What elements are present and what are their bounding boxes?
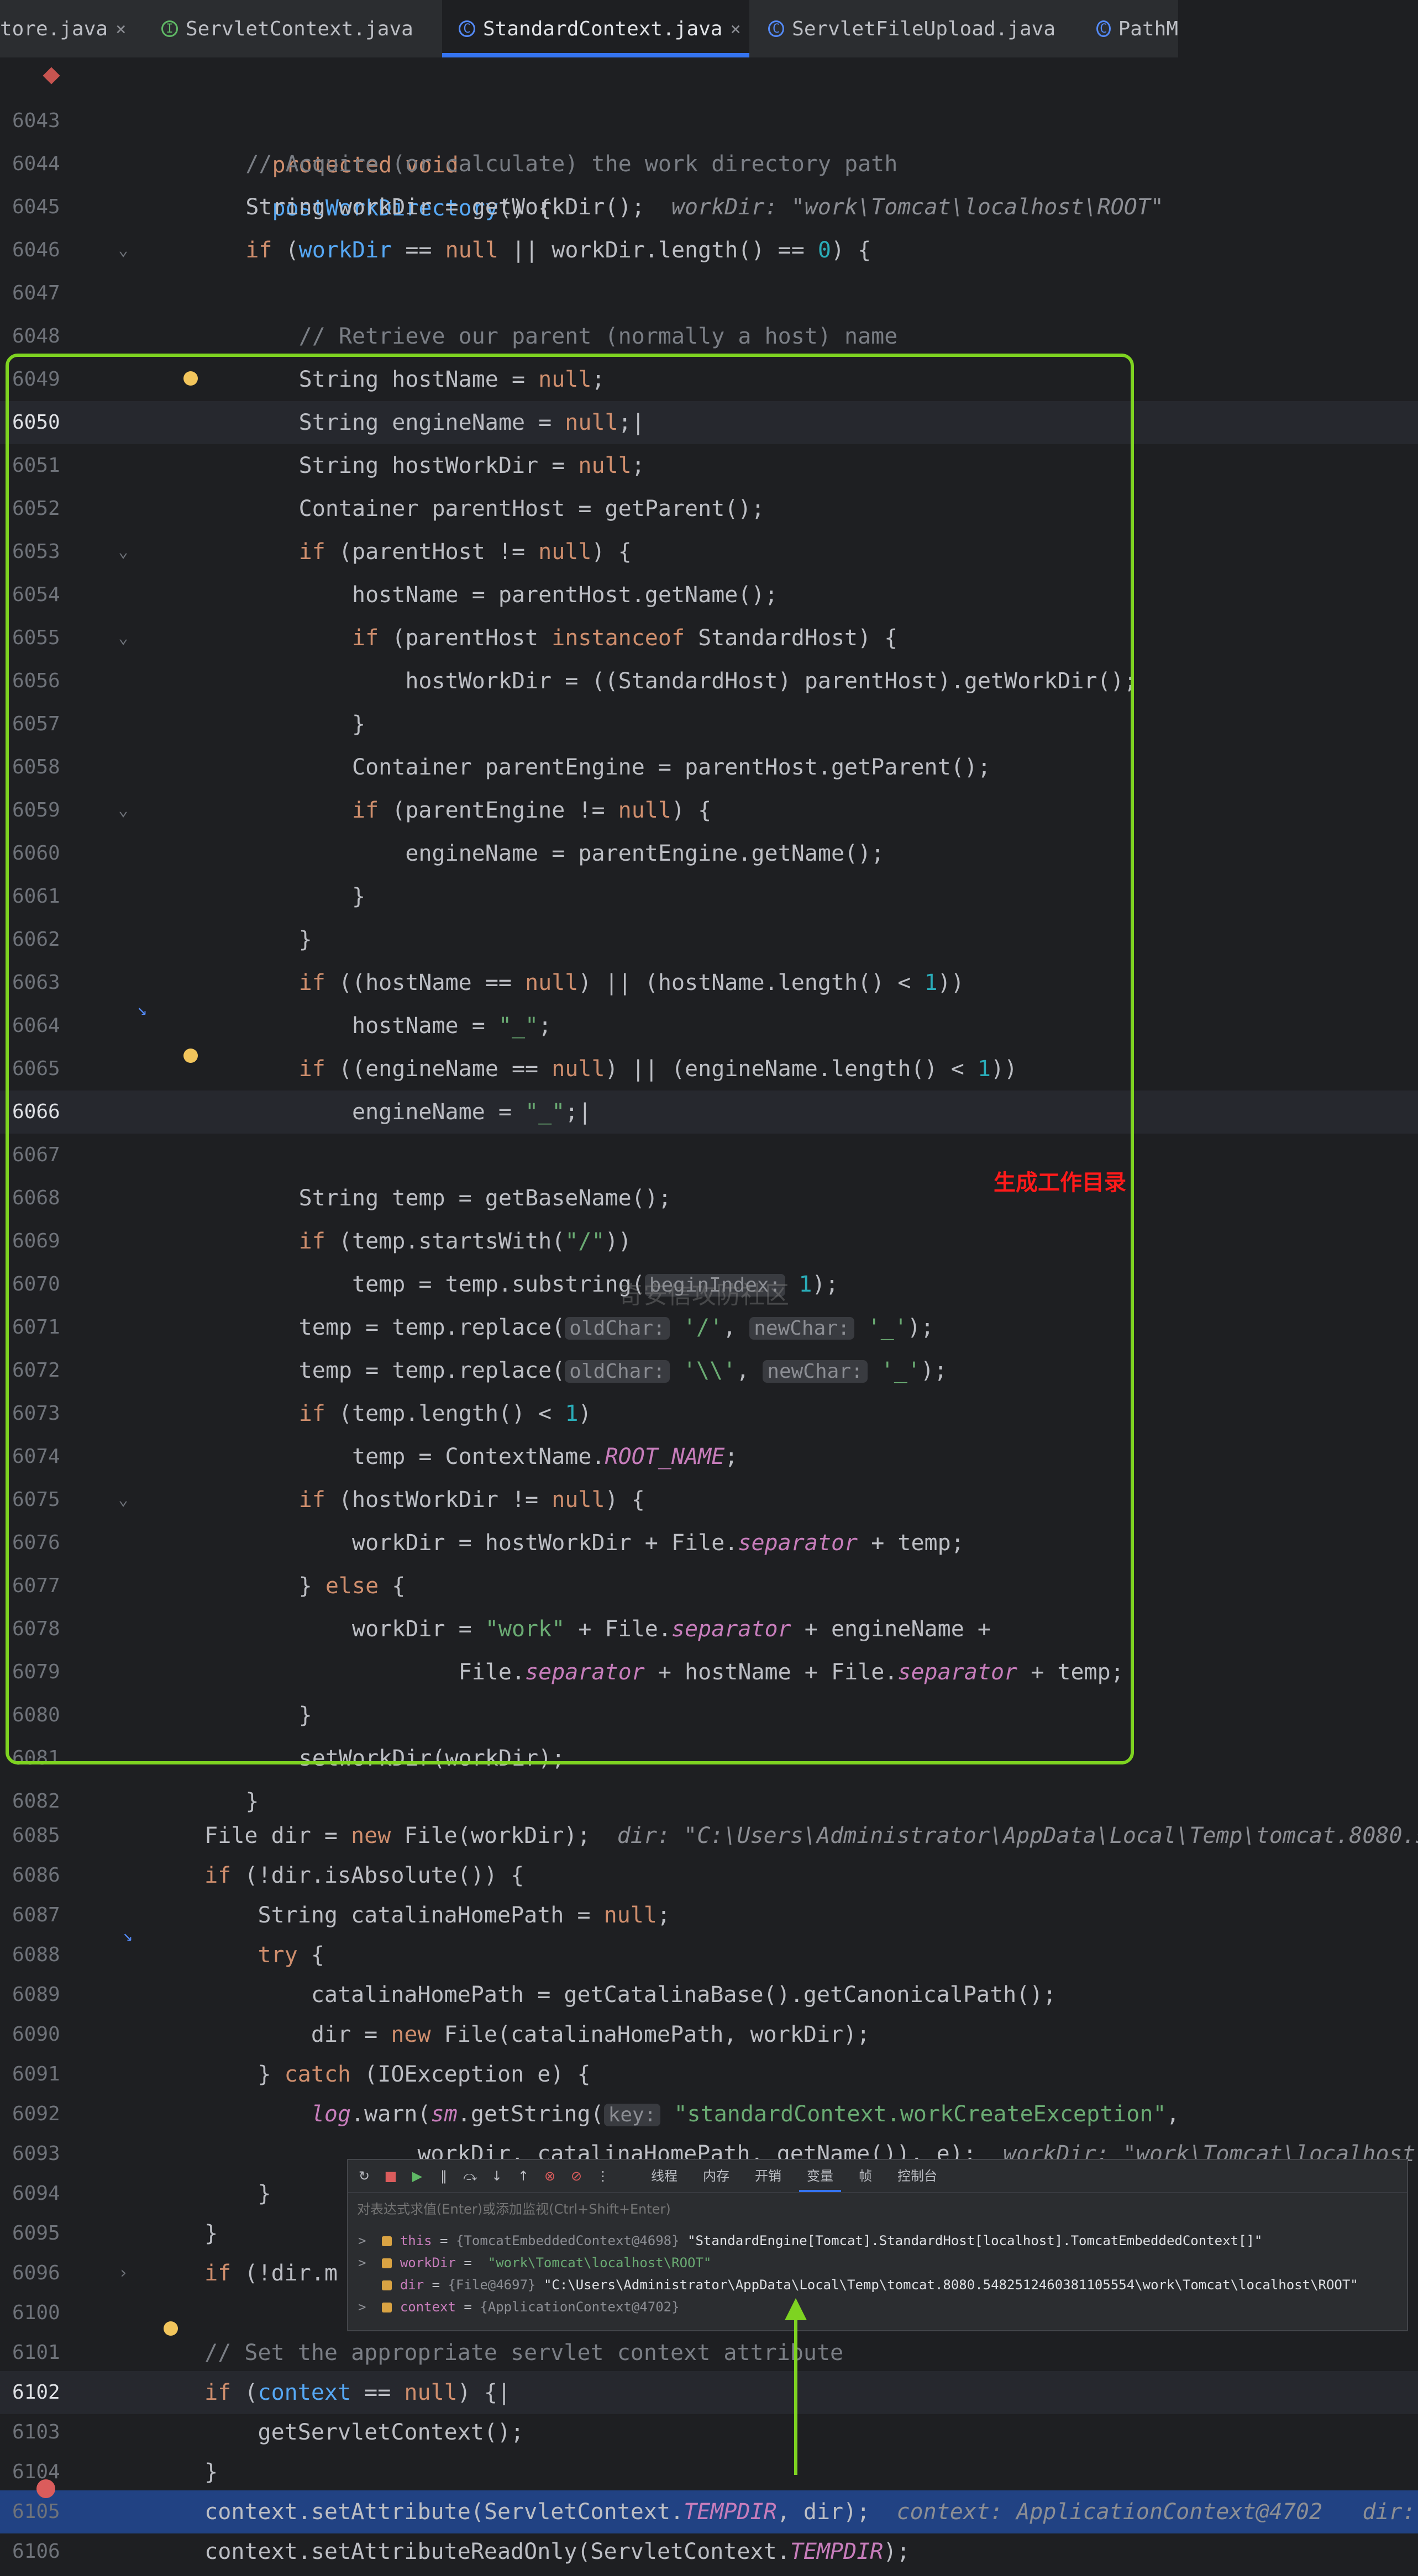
annotation-arrow: [785, 2298, 807, 2475]
